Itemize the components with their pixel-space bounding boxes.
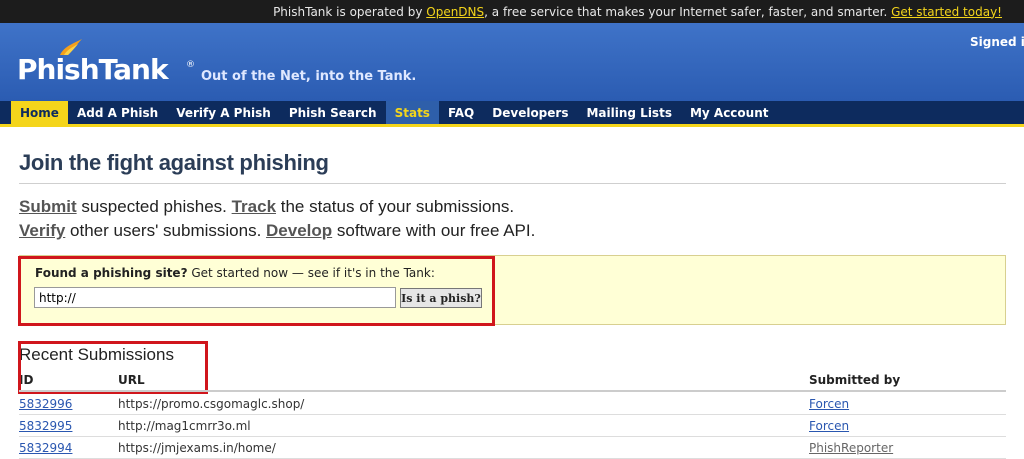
table-row: 5832994 https://jmjexams.in/home/ PhishR…	[19, 437, 1006, 459]
signed-in-text: Signed i	[970, 35, 1024, 49]
track-link[interactable]: Track	[232, 197, 276, 216]
page-title: Join the fight against phishing	[19, 150, 329, 175]
submission-url: http://mag1cmrr3o.ml	[118, 419, 251, 433]
opendns-link[interactable]: OpenDNS	[426, 5, 484, 19]
announcement-bar: PhishTank is operated by OpenDNS , a fre…	[0, 0, 1024, 23]
nav-home[interactable]: Home	[11, 101, 68, 124]
nav-verify-a-phish[interactable]: Verify A Phish	[167, 101, 280, 124]
table-row: 5832996 https://promo.csgomaglc.shop/ Fo…	[19, 393, 1006, 415]
title-divider	[19, 183, 1006, 184]
submitter-link[interactable]: Forcen	[809, 397, 849, 411]
submit-text: suspected phishes.	[76, 197, 232, 216]
submission-url: https://jmjexams.in/home/	[118, 441, 276, 455]
verify-link[interactable]: Verify	[19, 221, 65, 240]
main-nav: Home Add A Phish Verify A Phish Phish Se…	[0, 101, 1024, 127]
registered-mark: ®	[186, 60, 195, 70]
submitter-link[interactable]: Forcen	[809, 419, 849, 433]
nav-mailing-lists[interactable]: Mailing Lists	[577, 101, 680, 124]
submission-id-link[interactable]: 5832994	[19, 441, 72, 455]
nav-my-account[interactable]: My Account	[681, 101, 778, 124]
submission-id-link[interactable]: 5832995	[19, 419, 72, 433]
nav-add-a-phish[interactable]: Add A Phish	[68, 101, 167, 124]
track-text: the status of your submissions.	[276, 197, 515, 216]
table-row: 5832995 http://mag1cmrr3o.ml Forcen	[19, 415, 1006, 437]
intro-text: Submit suspected phishes. Track the stat…	[19, 195, 535, 243]
announcement-middle: , a free service that makes your Interne…	[484, 4, 892, 19]
highlight-box-recent	[18, 341, 208, 394]
submission-id-link[interactable]: 5832996	[19, 397, 72, 411]
nav-phish-search[interactable]: Phish Search	[280, 101, 386, 124]
table-header-divider	[19, 390, 1006, 392]
nav-stats[interactable]: Stats	[385, 101, 439, 124]
submit-link[interactable]: Submit	[19, 197, 77, 216]
site-tagline: Out of the Net, into the Tank.	[201, 69, 417, 84]
verify-text: other users' submissions.	[65, 221, 267, 240]
develop-link[interactable]: Develop	[266, 221, 332, 240]
highlight-box-search	[18, 256, 495, 326]
site-header: PhishTank ® Out of the Net, into the Tan…	[0, 23, 1024, 101]
site-logo[interactable]: PhishTank	[17, 53, 169, 86]
nav-faq[interactable]: FAQ	[439, 101, 483, 124]
nav-developers[interactable]: Developers	[483, 101, 577, 124]
announcement-prefix: PhishTank is operated by	[273, 4, 427, 19]
column-header-submitted-by: Submitted by	[809, 373, 901, 387]
submitter-link[interactable]: PhishReporter	[809, 441, 893, 455]
develop-text: software with our free API.	[332, 221, 536, 240]
submission-url: https://promo.csgomaglc.shop/	[118, 397, 305, 411]
get-started-link[interactable]: Get started today!	[891, 5, 1002, 19]
